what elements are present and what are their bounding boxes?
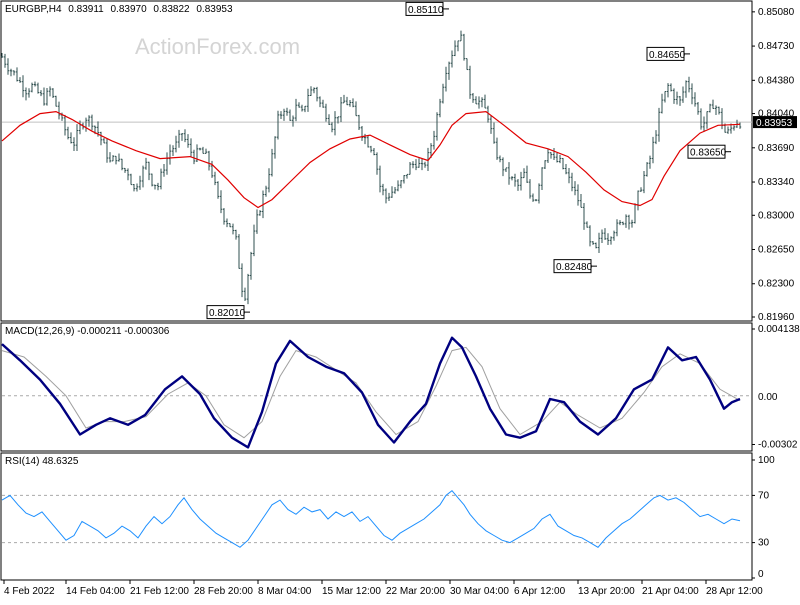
price-y-tick-label: 0.85080 — [758, 7, 795, 18]
axes: 4 Feb 2022 14 Feb 04:00 21 Feb 12:00 28 Feb… — [3, 580, 763, 597]
x-tick-label: 14 Feb 04:00 — [66, 586, 125, 597]
x-tick-label: 8 Mar 04:00 — [258, 586, 312, 597]
chart-canvas: ActionForex.com EURGBP,H4 0.83911 0.8397… — [0, 0, 800, 597]
price-y-tick-label: 0.82300 — [758, 279, 795, 290]
x-tick-label: 28 Feb 20:00 — [194, 586, 253, 597]
price-y-tick-label: 0.84380 — [758, 75, 795, 86]
x-tick-label: 6 Apr 12:00 — [514, 586, 566, 597]
x-tick-label: 13 Apr 20:00 — [578, 586, 635, 597]
rsi-y-tick-label: 100 — [758, 455, 775, 466]
x-tick-label: 30 Mar 04:00 — [450, 586, 509, 597]
current-price-badge: 0.83953 — [753, 116, 797, 129]
symbol-label: EURGBP,H4 — [5, 4, 62, 15]
rsi-y-tick-label: 30 — [758, 538, 770, 549]
price-annotation: 0.85110 — [405, 1, 449, 16]
current-price-label: 0.83953 — [756, 118, 793, 129]
annotation-label: 0.83650 — [690, 148, 727, 159]
x-tick-label: 21 Feb 12:00 — [130, 586, 189, 597]
price-y-tick-label: 0.83000 — [758, 210, 795, 221]
x-tick-label: 28 Apr 12:00 — [706, 586, 763, 597]
price-annotation: 0.83650 — [687, 144, 731, 159]
annotation-label: 0.84650 — [649, 50, 686, 61]
price-annotation: 0.84650 — [646, 46, 690, 61]
x-tick-label: 4 Feb 2022 — [4, 586, 55, 597]
price-y-tick-label: 0.84730 — [758, 41, 795, 52]
rsi-y-tick-label: 0 — [758, 569, 764, 580]
price-annotation: 0.82480 — [553, 259, 597, 274]
annotation-label: 0.85110 — [408, 5, 444, 16]
price-y-tick-label: 0.81960 — [758, 312, 795, 323]
price-y-tick-label: 0.83340 — [758, 177, 795, 188]
macd-y-tick-label: 0.004138 — [758, 324, 800, 335]
macd-zero-label: 0.00 — [758, 392, 778, 403]
open-value: 0.83911 — [68, 4, 104, 15]
x-tick-label: 15 Mar 12:00 — [322, 586, 381, 597]
annotation-label: 0.82010 — [209, 308, 246, 319]
macd-y-tick-label: -0.00302 — [758, 439, 798, 450]
x-tick-label: 21 Apr 04:00 — [642, 586, 699, 597]
rsi-y-tick-label: 70 — [758, 490, 770, 501]
rsi-title: RSI(14) 48.6325 — [5, 456, 79, 467]
x-tick-label: 22 Mar 20:00 — [386, 586, 445, 597]
rsi-panel-frame — [0, 452, 753, 581]
low-value: 0.83822 — [153, 4, 190, 15]
macd-zero-badge: 0.00 — [752, 389, 780, 403]
price-chart-title: EURGBP,H4 0.83911 0.83970 0.83822 0.8395… — [5, 4, 233, 15]
macd-title: MACD(12,26,9) -0.000211 -0.000306 — [5, 326, 170, 337]
close-value: 0.83953 — [196, 4, 233, 15]
price-annotation: 0.82010 — [206, 305, 250, 320]
annotation-label: 0.82480 — [556, 262, 593, 273]
price-y-tick-label: 0.83690 — [758, 143, 795, 154]
chart-window: ActionForex.com EURGBP,H4 0.83911 0.8397… — [0, 0, 800, 600]
price-y-tick-label: 0.82650 — [758, 245, 795, 256]
high-value: 0.83970 — [110, 4, 147, 15]
watermark: ActionForex.com — [135, 34, 300, 59]
